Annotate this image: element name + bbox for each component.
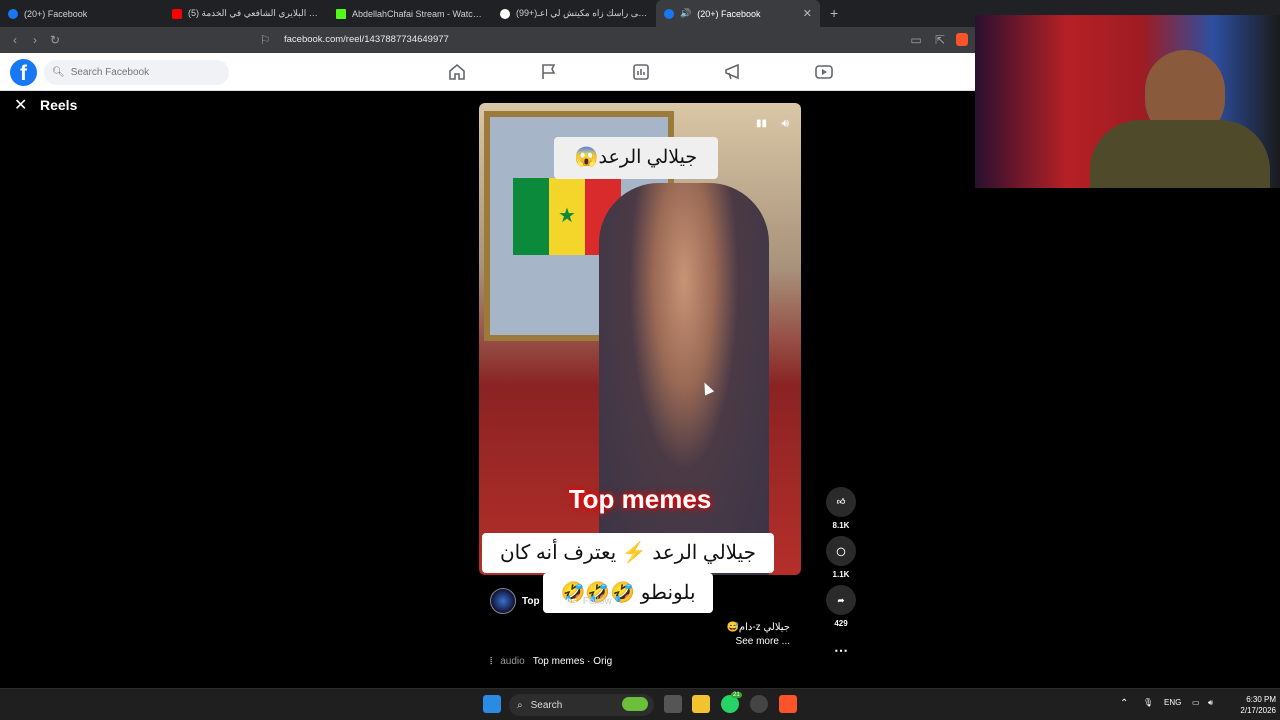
marketplace-icon[interactable] [631,63,651,81]
tab-title: (20+) Facebook [697,8,761,19]
overlay-text: Top memes [568,484,712,514]
taskbar-search-label: Search [530,699,563,711]
reload-icon[interactable]: ↻ [45,33,65,47]
facebook-header: f 🔍︎ [0,53,975,91]
share-button[interactable]: ➦ 429 [826,585,856,628]
comment-icon: ◯ [826,536,856,566]
reels-title: Reels [40,97,78,113]
megaphone-icon[interactable] [723,63,743,81]
comment-count: 1.1K [832,570,850,579]
search-icon: ⌕ [517,699,523,711]
man-figure [599,183,769,575]
caption-top: جيلالي الرعد😱 [554,137,718,179]
speaker-tray-icon[interactable]: 🔊︎ [1208,698,1213,708]
caption-line-1: جيلالي الرعد ⚡ يعترف أنه كان [482,533,774,573]
share-count: 429 [834,619,848,628]
brave-browser-icon[interactable] [779,695,797,713]
speaker-icon: 🔊 [680,8,692,18]
more-button[interactable]: ⋯ [826,642,856,659]
tray-chevron-icon[interactable]: ⌃ [1120,698,1128,709]
microphone-icon[interactable]: 🎙︎ [1143,698,1153,707]
app-icon[interactable] [750,695,768,713]
audio-wave-icon: ⦙ [490,656,493,667]
pause-icon[interactable]: ▮▮ [756,118,767,129]
forward-icon[interactable]: › [25,33,45,47]
tab-title: (5) صاحب البلايري الشافعي في الخدمة [188,8,320,18]
reel-audio[interactable]: ⦙ audio Top memes · Orig [490,656,612,667]
avatar[interactable] [490,588,516,614]
more-icon: ⋯ [834,642,848,658]
tab-title: (99+)خدم على راسك زاه مكيتش لي اعـ [516,8,648,18]
follow-link[interactable]: Follow [583,596,612,607]
tab-facebook-active[interactable]: 🔊 (20+) Facebook ✕ [656,0,820,27]
file-explorer-icon[interactable] [692,695,710,713]
tab-youtube[interactable]: (5) صاحب البلايري الشافعي في الخدمة [164,0,328,27]
facebook-search[interactable]: 🔍︎ [44,60,229,85]
tab-title: (20+) Facebook [24,8,88,19]
youtube-favicon-icon [172,8,182,19]
whatsapp-badge: 21 [731,692,742,698]
tiktok-favicon-icon [500,8,510,19]
clock-time: 6:30 PM [1246,695,1276,704]
audio-prefix: audio [500,656,525,667]
windows-start-icon[interactable] [483,695,501,713]
url-field[interactable]: facebook.com/reel/1437887734649977 [284,31,924,49]
reel-description: جيلالي z-دام😅 [726,622,790,633]
share-page-icon[interactable]: ⇱ [930,33,950,47]
brave-shield-icon[interactable] [956,33,968,46]
bookmark-icon[interactable]: ⚐ [255,33,275,47]
task-view-icon[interactable] [664,695,682,713]
close-tab-icon[interactable]: ✕ [803,7,812,20]
windows-taskbar: ⌕ Search 21 ⌃ 🎙︎ ENG ▭ 🔊︎ 6:30 PM 2/17/2… [0,688,1280,720]
author-name[interactable]: Top memes [522,596,577,607]
facebook-favicon-icon [664,8,674,19]
system-clock[interactable]: 6:30 PM 2/17/2026 [1226,694,1276,716]
like-count: 8.1K [832,521,850,530]
search-input[interactable] [70,67,221,78]
clock-date: 2/17/2026 [1240,706,1276,715]
language-indicator[interactable]: ENG [1164,698,1181,707]
close-reels-icon[interactable]: ✕ [14,95,27,115]
facebook-logo[interactable]: f [10,59,37,86]
home-icon[interactable] [447,63,467,81]
facebook-favicon-icon [8,8,18,19]
search-icon: 🔍︎ [52,67,65,78]
streamer-body [1090,120,1270,188]
see-more-link[interactable]: See more ... [720,636,790,647]
comment-button[interactable]: ◯ 1.1K [826,536,856,579]
webcam-overlay [975,15,1280,188]
tab-title: AbdellahChafai Stream - Watch Live [352,8,484,19]
flag-icon[interactable] [539,63,559,81]
like-icon: 👍︎ [826,487,856,517]
new-tab-button[interactable]: + [820,0,848,27]
tab-tiktok[interactable]: (99+)خدم على راسك زاه مكيتش لي اعـ [492,0,656,27]
tab-kick[interactable]: AbdellahChafai Stream - Watch Live [328,0,492,27]
video-icon[interactable] [814,63,834,81]
display-icon[interactable]: ▭ [1192,698,1200,707]
back-icon[interactable]: ‹ [5,33,25,47]
tab-facebook-1[interactable]: (20+) Facebook [0,0,164,27]
volume-icon[interactable]: 🔊︎ [781,116,789,131]
kick-favicon-icon [336,8,346,19]
share-icon: ➦ [826,585,856,615]
like-button[interactable]: 👍︎ 8.1K [826,487,856,530]
audio-label[interactable]: Top memes · Orig [533,656,612,667]
address-bar: ‹ › ↻ ⚐ facebook.com/reel/14378877346499… [0,27,975,53]
cast-icon[interactable]: ▭ [906,33,926,47]
widget-icon[interactable] [622,697,648,711]
reel-author[interactable]: Top memes Follow [490,588,612,614]
